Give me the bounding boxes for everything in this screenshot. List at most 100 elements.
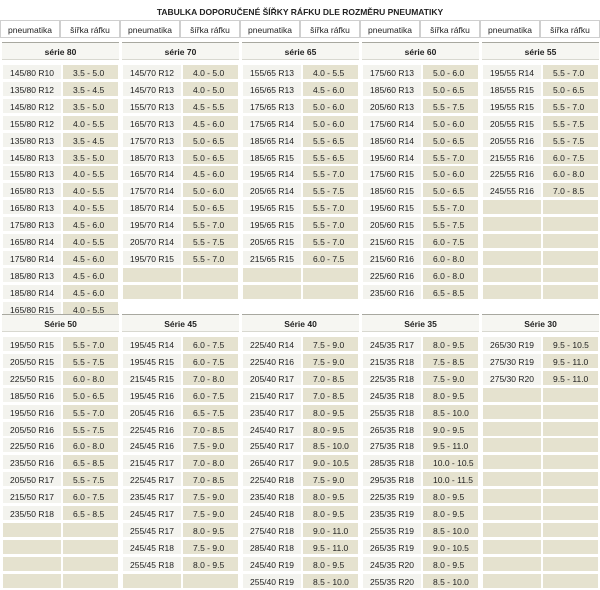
tire-size-cell: 185/60 R15 <box>362 182 422 199</box>
series-title: série 60 <box>362 42 479 60</box>
header-tire: pneumatika <box>240 20 300 38</box>
empty-cell <box>482 437 542 454</box>
tire-size-cell: 255/45 R18 <box>122 555 182 572</box>
tire-size-cell: 175/65 R14 <box>242 114 302 131</box>
empty-cell <box>482 403 542 420</box>
tire-size-cell: 185/55 R15 <box>482 80 542 97</box>
rim-width-cell: 4.5 - 5.5 <box>182 97 239 114</box>
rim-width-cell: 7.0 - 8.0 <box>182 369 239 386</box>
tire-size-cell: 245/35 R18 <box>362 386 422 403</box>
rim-width-cell: 6.0 - 8.0 <box>422 266 479 283</box>
tire-size-cell: 205/60 R15 <box>362 216 422 233</box>
rim-width-cell: 4.0 - 5.0 <box>182 64 239 80</box>
tire-size-cell: 275/40 R18 <box>242 521 302 538</box>
rim-width-cell: 4.5 - 6.0 <box>182 165 239 182</box>
tire-size-cell: 135/80 R13 <box>2 131 62 148</box>
rim-width-cell: 8.0 - 9.5 <box>302 403 359 420</box>
empty-cell <box>62 538 119 555</box>
tire-size-cell: 175/60 R14 <box>362 114 422 131</box>
rim-width-cell: 7.5 - 9.0 <box>302 336 359 352</box>
tire-size-cell: 155/70 R13 <box>122 97 182 114</box>
header-tire: pneumatika <box>360 20 420 38</box>
empty-cell <box>62 572 119 589</box>
tire-size-cell: 245/35 R20 <box>362 555 422 572</box>
empty-cell <box>482 488 542 505</box>
tire-size-cell: 215/40 R17 <box>242 386 302 403</box>
tire-size-cell: 225/45 R17 <box>122 471 182 488</box>
rim-width-cell: 8.0 - 9.5 <box>422 336 479 352</box>
rim-width-cell: 5.5 - 7.0 <box>422 148 479 165</box>
rim-width-cell: 5.0 - 6.0 <box>182 182 239 199</box>
tire-size-cell: 205/65 R15 <box>242 233 302 249</box>
rim-width-cell: 5.5 - 7.5 <box>62 420 119 437</box>
rim-width-cell: 7.5 - 8.5 <box>422 352 479 369</box>
rim-width-cell: 3.5 - 4.5 <box>62 131 119 148</box>
tire-size-cell: 175/60 R15 <box>362 165 422 182</box>
rim-width-cell: 4.0 - 5.5 <box>302 64 359 80</box>
empty-cell <box>482 521 542 538</box>
tire-size-cell: 205/55 R15 <box>482 114 542 131</box>
series-title: série 70 <box>122 42 239 60</box>
header-rim-width: šířka ráfku <box>300 20 360 38</box>
series-title: Série 35 <box>362 314 479 332</box>
rim-width-cell: 5.5 - 7.5 <box>422 97 479 114</box>
rim-width-cell: 9.0 - 10.5 <box>302 454 359 471</box>
rim-width-cell: 5.5 - 6.5 <box>302 148 359 165</box>
rim-width-cell: 5.5 - 7.5 <box>542 131 599 148</box>
tire-size-cell: 195/65 R15 <box>242 216 302 233</box>
tire-size-cell: 225/40 R14 <box>242 336 302 352</box>
empty-cell <box>2 521 62 538</box>
rim-width-cell: 9.5 - 11.0 <box>542 352 599 369</box>
rim-width-cell: 7.0 - 8.5 <box>302 369 359 386</box>
rim-width-cell: 5.5 - 7.0 <box>62 336 119 352</box>
tire-size-cell: 195/65 R14 <box>242 165 302 182</box>
rim-width-cell: 4.5 - 6.0 <box>62 249 119 266</box>
rim-width-cell: 4.5 - 6.0 <box>62 266 119 283</box>
rim-width-cell: 8.0 - 9.5 <box>422 386 479 403</box>
tire-size-cell: 185/50 R16 <box>2 386 62 403</box>
rim-width-cell: 9.0 - 11.0 <box>302 521 359 538</box>
empty-cell <box>482 283 542 300</box>
tire-size-cell: 205/50 R16 <box>2 420 62 437</box>
tire-size-cell: 205/65 R14 <box>242 182 302 199</box>
rim-width-cell: 6.5 - 8.5 <box>62 454 119 471</box>
header-rim-width: šířka ráfku <box>540 20 600 38</box>
tire-size-cell: 225/60 R16 <box>362 266 422 283</box>
tire-size-cell: 195/45 R16 <box>122 386 182 403</box>
tire-table-bottom: Série 50 195/50 R15 5.5 - 7.0 205/50 R15 5.5… <box>0 314 600 589</box>
rim-width-cell: 9.0 - 9.5 <box>422 420 479 437</box>
empty-cell <box>542 283 599 300</box>
empty-cell <box>2 555 62 572</box>
tire-size-cell: 235/50 R18 <box>2 505 62 521</box>
rim-width-cell: 7.0 - 8.5 <box>302 386 359 403</box>
tire-size-cell: 195/60 R15 <box>362 199 422 216</box>
rim-width-cell: 3.5 - 5.0 <box>62 148 119 165</box>
series-title: série 55 <box>482 42 599 60</box>
rim-width-cell: 8.5 - 10.0 <box>422 572 479 589</box>
rim-width-cell: 6.0 - 7.5 <box>182 386 239 403</box>
tire-size-cell: 215/45 R17 <box>122 454 182 471</box>
rim-width-cell: 5.5 - 7.0 <box>542 64 599 80</box>
tire-size-cell: 165/70 R13 <box>122 114 182 131</box>
tire-size-cell: 215/50 R17 <box>2 488 62 505</box>
rim-width-cell: 4.0 - 5.5 <box>62 182 119 199</box>
tire-size-cell: 225/50 R16 <box>2 437 62 454</box>
tire-size-cell: 165/65 R13 <box>242 80 302 97</box>
empty-cell <box>542 403 599 420</box>
tire-size-cell: 215/35 R18 <box>362 352 422 369</box>
rim-width-cell: 5.0 - 6.0 <box>422 114 479 131</box>
empty-cell <box>62 521 119 538</box>
empty-cell <box>242 266 302 283</box>
rim-width-cell: 7.0 - 8.0 <box>182 454 239 471</box>
tire-size-cell: 195/45 R15 <box>122 352 182 369</box>
rim-width-cell: 5.5 - 7.5 <box>62 471 119 488</box>
empty-cell <box>182 572 239 589</box>
rim-width-cell: 5.0 - 6.5 <box>182 199 239 216</box>
rim-width-cell: 7.5 - 9.0 <box>302 352 359 369</box>
empty-cell <box>482 216 542 233</box>
tire-size-cell: 215/55 R16 <box>482 148 542 165</box>
rim-width-cell: 6.0 - 7.5 <box>182 336 239 352</box>
rim-width-cell: 7.0 - 8.5 <box>182 420 239 437</box>
tire-size-cell: 225/45 R16 <box>122 420 182 437</box>
tire-size-cell: 165/80 R13 <box>2 182 62 199</box>
